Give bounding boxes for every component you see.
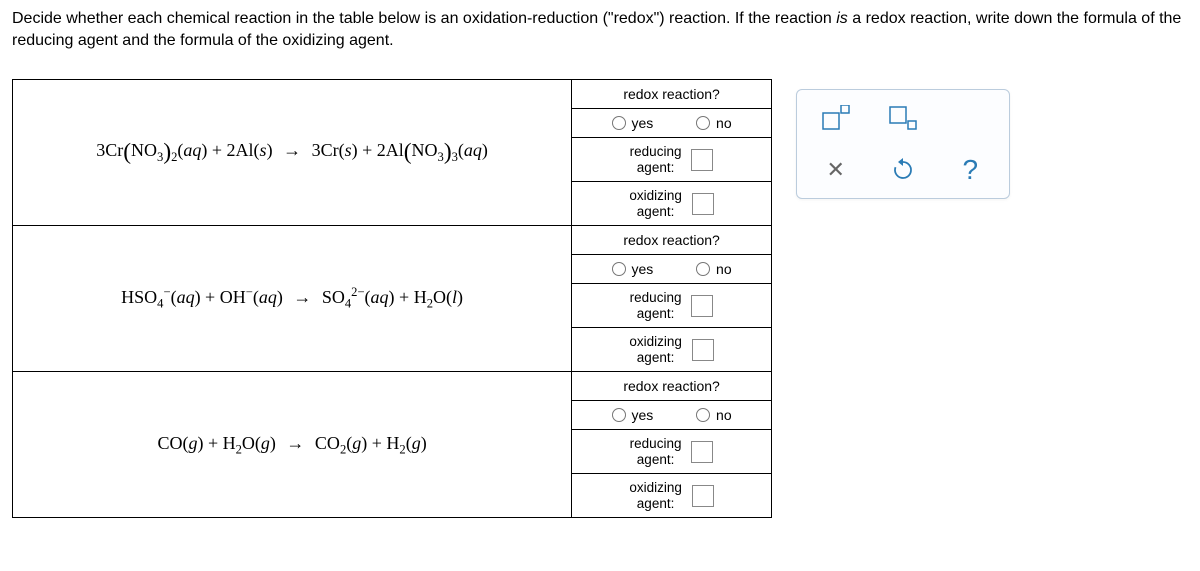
no-label: no (716, 407, 732, 423)
redox-yes-radio[interactable] (612, 116, 626, 130)
reducing-agent-label: reducingagent: (630, 436, 682, 467)
redox-question-label: redox reaction? (572, 226, 771, 255)
reaction-controls: redox reaction? yes no reducingagent: ox… (572, 80, 772, 226)
oxidizing-agent-input[interactable] (692, 193, 714, 215)
reaction-equation: 3Cr(NO3)2(aq) + 2Al(s) → 3Cr(s) + 2Al(NO… (13, 80, 572, 226)
redox-no-option[interactable]: no (696, 115, 732, 131)
redox-yes-radio[interactable] (612, 262, 626, 276)
reaction-controls: redox reaction? yes no reducingagent: ox… (572, 372, 772, 518)
reducing-agent-input[interactable] (691, 441, 713, 463)
no-label: no (716, 115, 732, 131)
redox-no-option[interactable]: no (696, 261, 732, 277)
reducing-agent-label: reducingagent: (630, 290, 682, 321)
redox-no-radio[interactable] (696, 408, 710, 422)
yes-label: yes (632, 261, 654, 277)
redox-yes-radio[interactable] (612, 408, 626, 422)
toolbox: ✕ ? (796, 89, 1010, 199)
reducing-agent-input[interactable] (691, 149, 713, 171)
reaction-equation: HSO4−(aq) + OH−(aq) → SO42−(aq) + H2O(l) (13, 226, 572, 372)
oxidizing-agent-input[interactable] (692, 485, 714, 507)
redox-no-radio[interactable] (696, 262, 710, 276)
instructions: Decide whether each chemical reaction in… (12, 8, 1188, 51)
redox-no-option[interactable]: no (696, 407, 732, 423)
redox-question-label: redox reaction? (572, 80, 771, 109)
reducing-agent-label: reducingagent: (630, 144, 682, 175)
oxidizing-agent-label: oxidizingagent: (629, 480, 682, 511)
oxidizing-agent-label: oxidizingagent: (629, 188, 682, 219)
reducing-agent-row: reducingagent: (572, 430, 771, 474)
help-tool[interactable]: ? (952, 152, 988, 188)
redox-radio-group: yes no (572, 255, 771, 284)
redox-radio-group: yes no (572, 109, 771, 138)
redox-yes-option[interactable]: yes (612, 115, 654, 131)
yes-label: yes (632, 407, 654, 423)
superscript-tool[interactable] (818, 100, 854, 136)
clear-tool[interactable]: ✕ (818, 152, 854, 188)
yes-label: yes (632, 115, 654, 131)
reducing-agent-input[interactable] (691, 295, 713, 317)
redox-question-label: redox reaction? (572, 372, 771, 401)
oxidizing-agent-row: oxidizingagent: (572, 328, 771, 371)
subscript-tool[interactable] (885, 100, 921, 136)
redox-radio-group: yes no (572, 401, 771, 430)
redox-yes-option[interactable]: yes (612, 261, 654, 277)
instructions-emph: is (836, 10, 848, 27)
oxidizing-agent-row: oxidizingagent: (572, 474, 771, 517)
reaction-controls: redox reaction? yes no reducingagent: ox… (572, 226, 772, 372)
redox-no-radio[interactable] (696, 116, 710, 130)
reducing-agent-row: reducingagent: (572, 284, 771, 328)
oxidizing-agent-label: oxidizingagent: (629, 334, 682, 365)
redox-yes-option[interactable]: yes (612, 407, 654, 423)
reactions-table: 3Cr(NO3)2(aq) + 2Al(s) → 3Cr(s) + 2Al(NO… (12, 79, 772, 518)
reset-tool[interactable] (885, 152, 921, 188)
instructions-part1: Decide whether each chemical reaction in… (12, 10, 836, 27)
oxidizing-agent-input[interactable] (692, 339, 714, 361)
reaction-equation: CO(g) + H2O(g) → CO2(g) + H2(g) (13, 372, 572, 518)
oxidizing-agent-row: oxidizingagent: (572, 182, 771, 225)
reducing-agent-row: reducingagent: (572, 138, 771, 182)
no-label: no (716, 261, 732, 277)
